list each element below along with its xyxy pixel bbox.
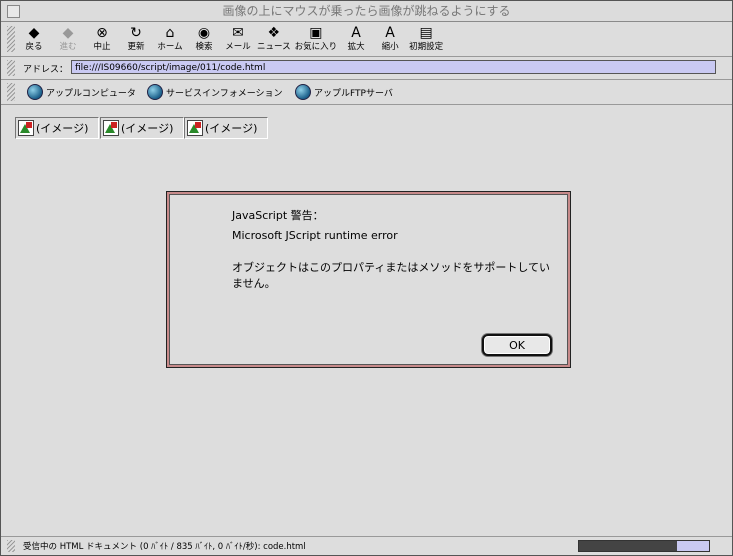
broken-image-icon: [187, 120, 203, 136]
progress-fill: [579, 541, 677, 551]
address-input[interactable]: file:///IS09660/script/image/011/code.ht…: [71, 60, 716, 74]
toolbar-button-label: ニュース: [257, 42, 291, 52]
zoom-out-button[interactable]: A 縮小: [375, 24, 405, 53]
ok-button[interactable]: OK: [482, 334, 552, 356]
links-grip[interactable]: [7, 83, 15, 101]
search-button[interactable]: ◉ 検索: [189, 24, 219, 53]
dialog-detail-message: オブジェクトはこのプロパティまたはメソッドをサポートしていません。: [232, 261, 551, 290]
globe-icon: [27, 84, 43, 100]
address-label: アドレス：: [23, 65, 69, 75]
link-apple-ftp[interactable]: アップルFTPサーバ: [295, 84, 393, 100]
favorites-button[interactable]: ▣ お気に入り: [295, 24, 338, 53]
link-service-info[interactable]: サービスインフォメーション: [147, 84, 283, 100]
mail-icon: ✉: [232, 25, 244, 41]
toolbar-button-label: 戻る: [25, 42, 43, 52]
globe-icon: [147, 84, 163, 100]
image-placeholder[interactable]: (イメージ): [15, 117, 99, 139]
links-bar: アップルコンピュータ サービスインフォメーション アップルFTPサーバ: [1, 80, 732, 105]
toolbar-button-label: 縮小: [381, 42, 399, 52]
address-bar: アドレス： file:///IS09660/script/image/011/c…: [1, 57, 732, 80]
close-box[interactable]: [7, 5, 20, 18]
javascript-alert-dialog: JavaScript 警告： Microsoft JScript runtime…: [166, 191, 571, 368]
title-bar[interactable]: 画像の上にマウスが乗ったら画像が跳ねるようにする: [1, 1, 732, 22]
home-icon: ⌂: [165, 25, 175, 41]
mail-button[interactable]: ✉ メール: [223, 24, 253, 53]
refresh-button[interactable]: ↻ 更新: [121, 24, 151, 53]
back-button[interactable]: ◆ 戻る: [19, 24, 49, 53]
preferences-button[interactable]: ▤ 初期設定: [409, 24, 443, 53]
refresh-icon: ↻: [130, 25, 142, 41]
toolbar: ◆ 戻る ◆ 進む ⊗ 中止 ↻ 更新 ⌂ ホーム ◉ 検索 ✉ メール ❖ ニュース ▣ お気に入り A 拡大 A 縮小…: [1, 22, 732, 57]
forward-button[interactable]: ◆ 進む: [53, 24, 83, 53]
news-icon: ❖: [267, 25, 281, 41]
window-title: 画像の上にマウスが乗ったら画像が跳ねるようにする: [222, 4, 511, 18]
address-grip[interactable]: [7, 60, 15, 76]
toolbar-button-label: 初期設定: [409, 42, 444, 52]
toolbar-button-label: ホーム: [157, 42, 183, 52]
link-apple-computer[interactable]: アップルコンピュータ: [27, 84, 136, 100]
image-placeholder[interactable]: (イメージ): [184, 117, 268, 139]
preferences-icon: ▤: [419, 25, 433, 41]
zoom-in-button[interactable]: A 拡大: [341, 24, 371, 53]
broken-image-icon: [103, 120, 119, 136]
globe-icon: [295, 84, 311, 100]
page-content: (イメージ) (イメージ) (イメージ) JavaScript 警告： Micr…: [1, 105, 732, 537]
toolbar-button-label: 更新: [127, 42, 145, 52]
status-bar: 受信中の HTML ドキュメント (0 ﾊﾞｲﾄ / 835 ﾊﾞｲﾄ, 0 ﾊ…: [1, 536, 732, 555]
news-button[interactable]: ❖ ニュース: [257, 24, 291, 53]
dialog-error-message: Microsoft JScript runtime error: [232, 229, 398, 242]
progress-bar: [578, 540, 710, 552]
stop-button[interactable]: ⊗ 中止: [87, 24, 117, 53]
zoom-in-icon: A: [351, 25, 361, 41]
stop-icon: ⊗: [96, 25, 108, 41]
back-arrow-icon: ◆: [28, 25, 40, 41]
toolbar-button-label: 中止: [93, 42, 111, 52]
toolbar-button-label: 検索: [195, 42, 213, 52]
toolbar-buttons: ◆ 戻る ◆ 進む ⊗ 中止 ↻ 更新 ⌂ ホーム ◉ 検索 ✉ メール ❖ ニュース ▣ お気に入り A 拡大 A 縮小…: [19, 24, 447, 53]
forward-arrow-icon: ◆: [62, 25, 74, 41]
dialog-title: JavaScript 警告：: [232, 209, 324, 222]
search-icon: ◉: [197, 25, 211, 41]
favorites-icon: ▣: [309, 25, 323, 41]
status-text: 受信中の HTML ドキュメント (0 ﾊﾞｲﾄ / 835 ﾊﾞｲﾄ, 0 ﾊ…: [23, 542, 306, 552]
toolbar-grip[interactable]: [7, 26, 15, 52]
toolbar-button-label: 進む: [59, 42, 77, 52]
zoom-out-icon: A: [385, 25, 395, 41]
browser-window: 画像の上にマウスが乗ったら画像が跳ねるようにする ◆ 戻る ◆ 進む ⊗ 中止 ↻ 更新 ⌂ ホー…: [0, 0, 733, 556]
toolbar-button-label: 拡大: [347, 42, 365, 52]
toolbar-button-label: お気に入り: [294, 42, 338, 52]
toolbar-button-label: メール: [225, 42, 251, 52]
broken-image-icon: [18, 120, 34, 136]
status-grip[interactable]: [7, 540, 15, 552]
home-button[interactable]: ⌂ ホーム: [155, 24, 185, 53]
image-placeholder[interactable]: (イメージ): [100, 117, 184, 139]
